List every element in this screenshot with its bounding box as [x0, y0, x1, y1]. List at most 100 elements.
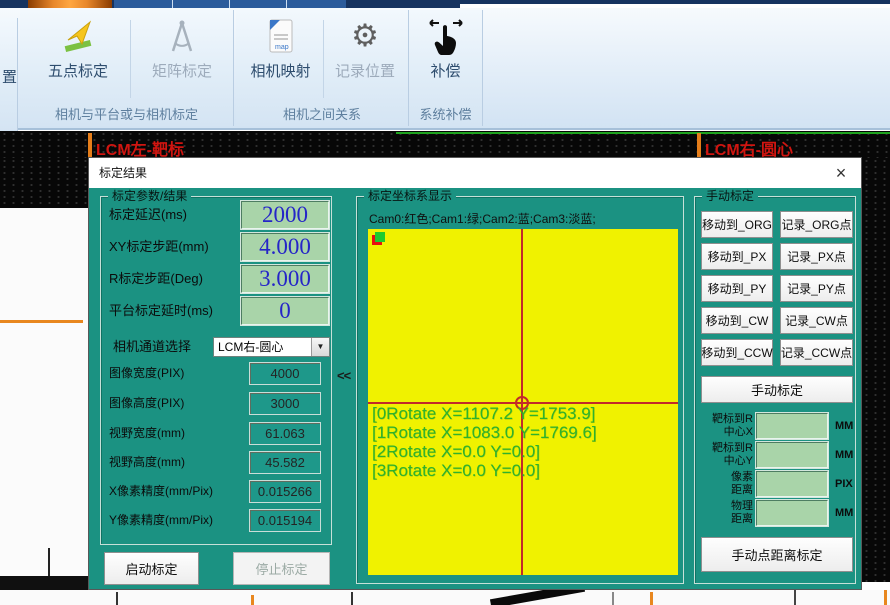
dialog-body: 标定参数/结果 标定延迟(ms) 2000 XY标定步距(mm) 4.000 R… — [89, 188, 861, 589]
combo-arrow-icon[interactable]: ▼ — [311, 338, 329, 356]
move-to-org-button[interactable]: 移动到_ORG — [701, 211, 773, 238]
field-label: 图像宽度(PIX) — [109, 362, 184, 385]
camera-color-legend: Cam0:红色;Cam1:绿;Cam2:蓝;Cam3:淡蓝; — [369, 210, 596, 227]
platform-delay-input[interactable]: 0 — [241, 297, 329, 325]
camera-channel-select[interactable]: LCM右-圆心 ▼ — [213, 337, 330, 357]
gear-icon: ⚙ — [345, 16, 385, 58]
field-label: 平台标定延时(ms) — [109, 297, 213, 325]
grid-line — [116, 592, 118, 605]
ribbon-group-camera-relation: map 相机映射 ⚙ 记录位置 相机之间关系 — [236, 10, 409, 126]
window-border-line — [396, 132, 890, 134]
unit-label: MM — [835, 442, 853, 468]
background-bottom-strip — [0, 590, 890, 605]
orange-line — [0, 320, 83, 323]
unit-label: MM — [835, 413, 853, 439]
five-point-calibration-button[interactable]: 五点标定 — [28, 14, 128, 102]
manual-calibration-groupbox: 手动标定 移动到_ORG 记录_ORG点 移动到_PX 记录_PX点 移动到_P… — [694, 196, 856, 584]
screen: 置 五点标定 — [0, 0, 890, 605]
y-pixel-precision-value: 0.015194 — [249, 509, 321, 532]
field-label: 视野宽度(mm) — [109, 422, 185, 445]
field-label: XY标定步距(mm) — [109, 233, 209, 261]
move-to-ccw-button[interactable]: 移动到_CCW — [701, 339, 773, 366]
background-panel-left — [0, 208, 88, 605]
field-label: 物理 距离 — [695, 500, 753, 526]
compass-icon — [162, 16, 202, 58]
background-window-strip: LCM左-靶标 LCM右-圆心 — [0, 131, 890, 158]
ribbon-partial-label: 置 — [2, 66, 17, 87]
pointer-flag-icon — [58, 16, 98, 58]
fov-width-value: 61.063 — [249, 422, 321, 445]
physical-distance-input[interactable] — [756, 500, 828, 526]
collapse-panel-button[interactable]: << — [337, 368, 350, 383]
target-center-y-input[interactable] — [756, 442, 828, 468]
ribbon-button-label: 五点标定 — [28, 60, 128, 81]
grid-line — [612, 592, 614, 605]
close-icon[interactable]: × — [829, 159, 853, 187]
r-step-input[interactable]: 3.000 — [241, 265, 329, 293]
window-marker-right — [697, 133, 701, 157]
unit-label: MM — [835, 500, 853, 526]
matrix-calibration-button[interactable]: 矩阵标定 — [132, 14, 232, 102]
field-label: 相机通道选择 — [113, 337, 191, 357]
target-center-x-input[interactable] — [756, 413, 828, 439]
cam1-marker — [375, 232, 385, 242]
move-to-py-button[interactable]: 移动到_PY — [701, 275, 773, 302]
record-px-button[interactable]: 记录_PX点 — [780, 243, 853, 270]
grid-line — [794, 590, 796, 605]
pixel-distance-input[interactable] — [756, 471, 828, 497]
record-org-button[interactable]: 记录_ORG点 — [780, 211, 853, 238]
manual-calibration-button[interactable]: 手动标定 — [701, 376, 853, 403]
grid-line — [351, 592, 353, 605]
record-py-button[interactable]: 记录_PY点 — [780, 275, 853, 302]
rotate-readout-line: [0Rotate X=1107.2 Y=1753.9] — [372, 404, 595, 423]
field-label: 视野高度(mm) — [109, 451, 185, 474]
orange-tick — [251, 595, 254, 605]
field-label: 靶标到R 中心X — [695, 413, 753, 439]
dialog-title: 标定结果 — [99, 158, 147, 188]
ribbon-group-platform-calibration: 五点标定 矩阵标定 相机与平台或与相机标定 — [20, 10, 234, 126]
stop-calibration-button[interactable]: 停止标定 — [233, 552, 330, 585]
field-label: 靶标到R 中心Y — [695, 442, 753, 468]
ribbon-group-label: 系统补偿 — [409, 105, 482, 125]
start-calibration-button[interactable]: 启动标定 — [104, 552, 199, 585]
calibration-result-dialog: 标定结果 × 标定参数/结果 标定延迟(ms) 2000 XY标定步距(mm) … — [88, 157, 862, 590]
svg-text:map: map — [275, 44, 289, 51]
ribbon: 置 五点标定 — [0, 8, 890, 130]
ribbon-group-system-compensation: 补偿 系统补偿 — [409, 10, 483, 126]
move-to-cw-button[interactable]: 移动到_CW — [701, 307, 773, 334]
ribbon-button-label: 记录位置 — [324, 60, 406, 81]
record-position-button[interactable]: ⚙ 记录位置 — [324, 14, 406, 102]
xy-step-input[interactable]: 4.000 — [241, 233, 329, 261]
calib-delay-input[interactable]: 2000 — [241, 201, 329, 229]
rotate-readout-line: [3Rotate X=0.0 Y=0.0] — [372, 461, 540, 480]
ribbon-partial-button[interactable]: 置 — [0, 18, 18, 132]
grid-line — [48, 548, 50, 578]
x-pixel-precision-value: 0.015266 — [249, 480, 321, 503]
field-label: 像素 距离 — [695, 471, 753, 497]
tab-separator — [286, 0, 287, 8]
compensation-button[interactable]: 补偿 — [411, 14, 480, 102]
ribbon-button-label: 矩阵标定 — [132, 60, 232, 81]
record-ccw-button[interactable]: 记录_CCW点 — [780, 339, 853, 366]
tab-row[interactable] — [114, 0, 346, 8]
window-tab-strip-left — [0, 0, 460, 8]
manual-point-distance-button[interactable]: 手动点距离标定 — [701, 537, 853, 572]
display-group-title: 标定坐标系显示 — [364, 189, 456, 204]
dialog-titlebar[interactable]: 标定结果 × — [89, 158, 861, 189]
field-label: R标定步距(Deg) — [109, 265, 203, 293]
camera-channel-value: LCM右-圆心 — [218, 338, 283, 356]
tab-separator — [172, 0, 173, 8]
pan-hand-icon — [426, 16, 466, 58]
ribbon-group-label: 相机与平台或与相机标定 — [20, 105, 233, 125]
background-image-right — [862, 158, 890, 582]
active-tab-highlight[interactable] — [28, 0, 112, 8]
record-cw-button[interactable]: 记录_CW点 — [780, 307, 853, 334]
ribbon-group-label: 相机之间关系 — [236, 105, 408, 125]
camera-mapping-button[interactable]: map 相机映射 — [239, 14, 322, 102]
field-label: 标定延迟(ms) — [109, 201, 187, 229]
rotate-readout-line: [1Rotate X=1083.0 Y=1769.6] — [372, 423, 597, 442]
field-label: 图像高度(PIX) — [109, 392, 184, 415]
calibration-canvas: [0Rotate X=1107.2 Y=1753.9] [1Rotate X=1… — [368, 229, 678, 575]
orange-tick — [650, 592, 653, 605]
move-to-px-button[interactable]: 移动到_PX — [701, 243, 773, 270]
